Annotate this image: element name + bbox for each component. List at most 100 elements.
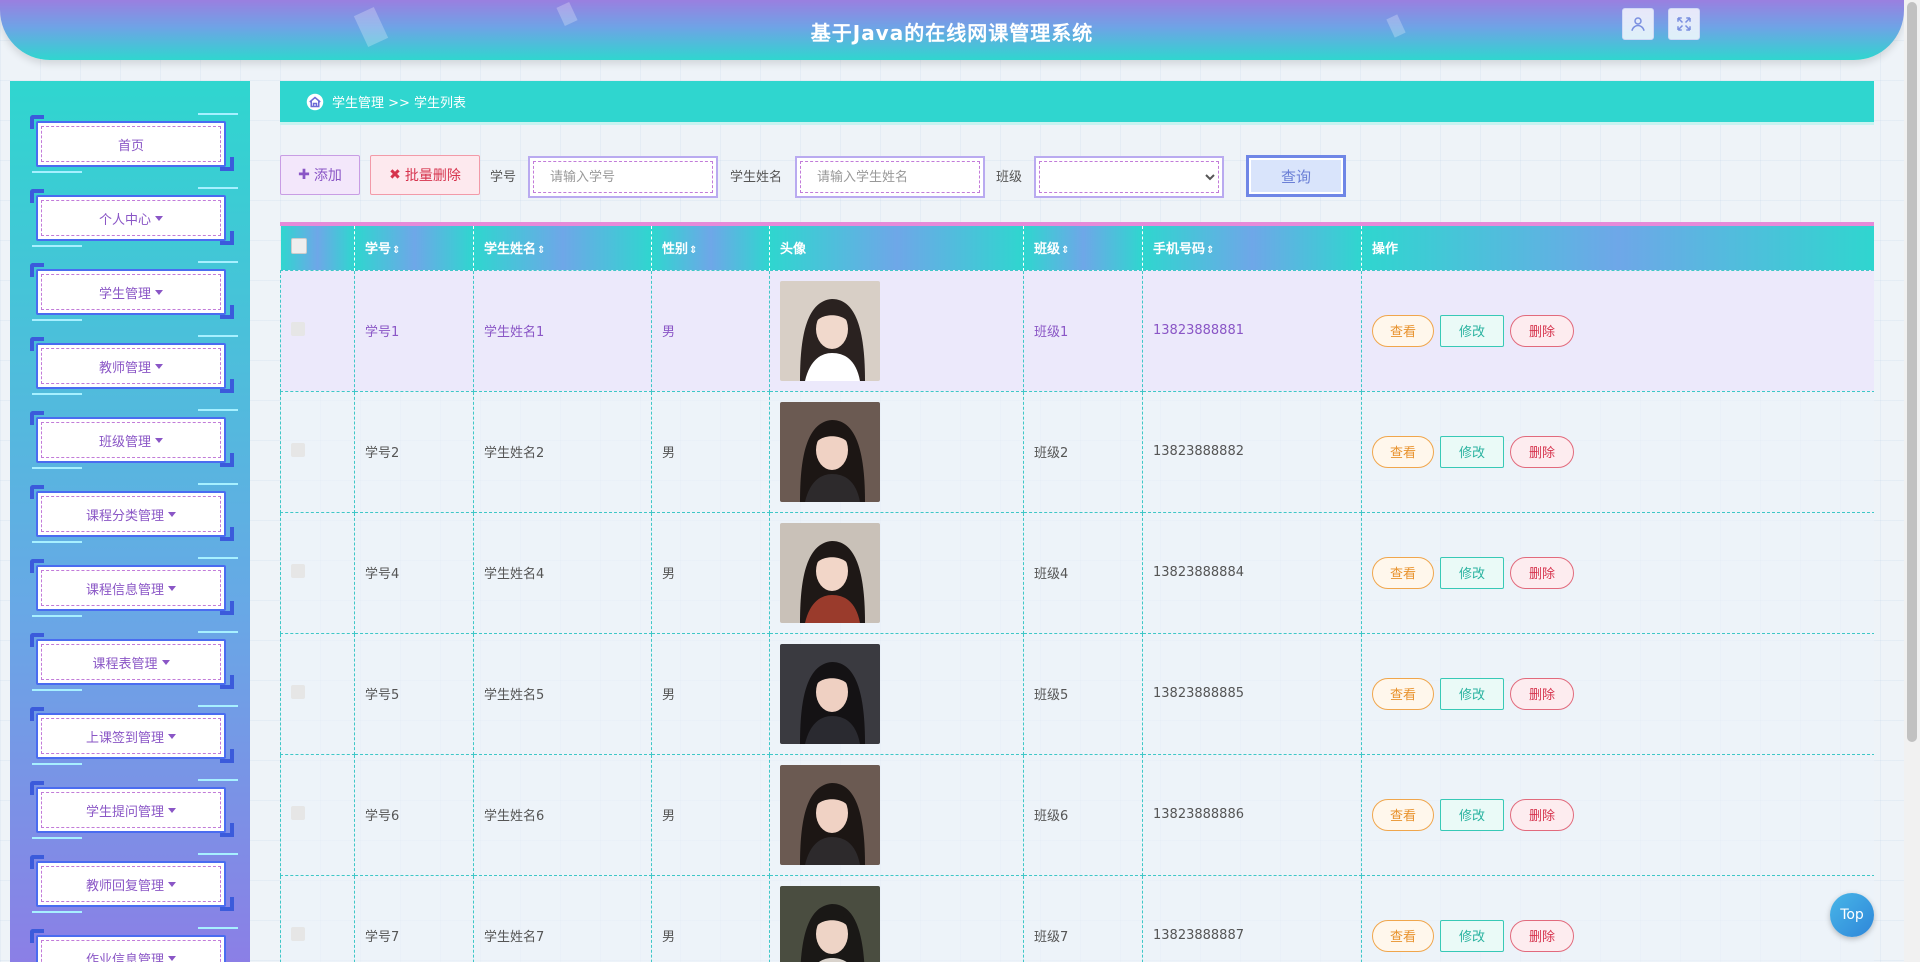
view-button[interactable]: 查看 [1372,919,1434,952]
scrollbar-thumb[interactable] [1907,2,1917,742]
student-no-input[interactable] [533,161,713,193]
view-button[interactable]: 查看 [1372,677,1434,710]
breadcrumb: 学生管理 >> 学生列表 [280,81,1874,125]
column-header[interactable]: 性别⇕ [651,226,770,270]
frame-decoration [32,393,82,395]
row-select-cell [280,269,355,392]
sidebar-item[interactable]: 课程分类管理 [30,483,238,543]
user-button[interactable] [1622,8,1654,40]
query-button[interactable]: 查询 [1246,155,1346,197]
add-button-label: 添加 [313,168,342,184]
view-button[interactable]: 查看 [1372,435,1434,468]
table-row[interactable]: 学号4 学生姓名4 男班级4 13823888884 查看 修改 删除 [280,511,1874,634]
column-header[interactable]: 班级⇕ [1023,226,1143,270]
table-row[interactable]: 学号7 学生姓名7 男班级7 13823888887 查看 修改 删除 [280,874,1874,962]
student-no-cell: 学号4 [354,511,474,634]
row-checkbox[interactable] [291,684,305,699]
student-no-cell: 学号7 [354,874,474,962]
edit-button[interactable]: 修改 [1440,556,1504,589]
class-select-wrap [1034,156,1224,198]
caret-down-icon [168,511,176,517]
sidebar-item-label: 个人中心 [36,195,226,241]
row-checkbox[interactable] [291,563,305,578]
row-checkbox[interactable] [291,442,305,457]
frame-decoration [32,763,82,765]
table-row[interactable]: 学号6 学生姓名6 男班级6 13823888886 查看 修改 删除 [280,753,1874,876]
sort-icon: ⇕ [1206,245,1215,257]
table-row[interactable]: 学号2 学生姓名2 男班级2 13823888882 查看 修改 删除 [280,390,1874,513]
column-header[interactable]: 学生姓名⇕ [473,226,652,270]
sidebar-item[interactable]: 首页 [30,113,238,173]
edit-button[interactable]: 修改 [1440,919,1504,952]
delete-button[interactable]: 删除 [1510,435,1574,468]
caret-down-icon [168,807,176,813]
sort-icon: ⇕ [1061,245,1070,257]
delete-button[interactable]: 删除 [1510,556,1574,589]
table-row[interactable]: 学号1 学生姓名1 男班级1 13823888881 查看 修改 删除 [280,269,1874,392]
edit-button[interactable]: 修改 [1440,314,1504,347]
view-button[interactable]: 查看 [1372,314,1434,347]
frame-decoration [198,113,238,115]
sidebar-item[interactable]: 上课签到管理 [30,705,238,765]
student-table: 学号⇕ 学生姓名⇕ 性别⇕ 头像 班级⇕ 手机号码⇕ 操作 学号1 学生姓名1 男班… [280,222,1874,962]
frame-decoration [32,837,82,839]
delete-button[interactable]: 删除 [1510,677,1574,710]
row-select-cell [280,390,355,513]
fullscreen-button[interactable] [1668,8,1700,40]
edit-button[interactable]: 修改 [1440,677,1504,710]
sidebar-item[interactable]: 作业信息管理 [30,927,238,962]
class-cell: 班级4 [1023,511,1143,634]
avatar [780,522,880,623]
view-button[interactable]: 查看 [1372,798,1434,831]
table-row[interactable]: 学号5 学生姓名5 男班级5 13823888885 查看 修改 删除 [280,632,1874,755]
sidebar-item[interactable]: 课程表管理 [30,631,238,691]
edit-button[interactable]: 修改 [1440,435,1504,468]
sidebar-item[interactable]: 个人中心 [30,187,238,247]
sidebar-item-label: 课程信息管理 [36,565,226,611]
gender-cell: 男 [651,632,770,755]
add-button[interactable]: ✚ 添加 [280,155,360,195]
phone-cell: 13823888881 [1142,269,1362,392]
sidebar-item[interactable]: 教师管理 [30,335,238,395]
student-name-input[interactable] [800,161,980,193]
sidebar-item[interactable]: 教师回复管理 [30,853,238,913]
row-select-cell [280,753,355,876]
table-header-row: 学号⇕ 学生姓名⇕ 性别⇕ 头像 班级⇕ 手机号码⇕ 操作 [280,226,1874,270]
actions-cell: 查看 修改 删除 [1361,511,1874,634]
sort-icon: ⇕ [392,245,401,257]
select-all-checkbox[interactable] [290,237,307,254]
phone-cell: 13823888886 [1142,753,1362,876]
student-name-cell: 学生姓名1 [473,269,652,392]
frame-decoration [198,557,238,559]
caret-down-icon [155,437,163,443]
row-checkbox[interactable] [291,321,305,336]
column-header[interactable]: 手机号码⇕ [1142,226,1362,270]
batch-delete-button[interactable]: ✖ 批量删除 [370,155,480,195]
avatar-cell [769,269,1024,392]
avatar-cell [769,390,1024,513]
delete-button[interactable]: 删除 [1510,314,1574,347]
avatar [780,401,880,502]
sidebar-item-label: 首页 [117,138,144,154]
page-scrollbar[interactable] [1904,0,1920,962]
back-to-top-button[interactable]: Top [1830,893,1874,937]
row-checkbox[interactable] [291,805,305,820]
sidebar-item[interactable]: 班级管理 [30,409,238,469]
home-icon [306,93,324,110]
delete-button[interactable]: 删除 [1510,919,1574,952]
frame-decoration [32,689,82,691]
column-header: 操作 [1361,226,1874,270]
sidebar-item[interactable]: 课程信息管理 [30,557,238,617]
sidebar-item-label: 教师回复管理 [36,861,226,907]
edit-button[interactable]: 修改 [1440,798,1504,831]
sidebar-item[interactable]: 学生提问管理 [30,779,238,839]
sidebar-item-label: 班级管理 [36,417,226,463]
student-name-cell: 学生姓名4 [473,511,652,634]
class-select[interactable] [1039,161,1219,193]
column-header[interactable]: 学号⇕ [354,226,474,270]
view-button[interactable]: 查看 [1372,556,1434,589]
sidebar-item[interactable]: 学生管理 [30,261,238,321]
close-icon: ✖ [389,167,401,183]
row-checkbox[interactable] [291,926,305,941]
delete-button[interactable]: 删除 [1510,798,1574,831]
